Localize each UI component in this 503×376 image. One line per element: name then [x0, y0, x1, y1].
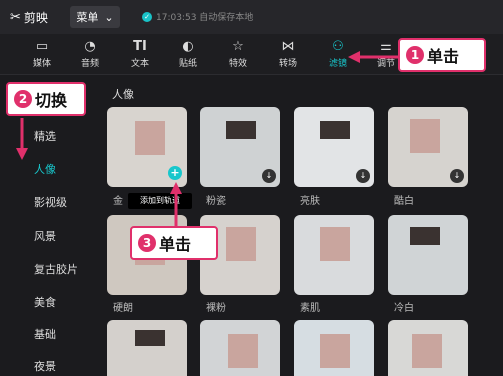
blurred-face	[226, 227, 256, 261]
thumbnail-label: 冷白	[394, 303, 414, 314]
callout-number: 2	[14, 90, 32, 108]
section-title: 人像	[112, 88, 134, 101]
callout-text: 单击	[427, 47, 460, 66]
hair-shape	[320, 121, 350, 139]
blurred-face	[320, 334, 350, 368]
filter-thumbnail[interactable]	[294, 215, 374, 295]
filter-thumbnail[interactable]	[107, 320, 187, 376]
thumbnail-label: 亮肤	[300, 196, 320, 207]
tab-sticker[interactable]: ◐ 贴纸	[168, 36, 208, 70]
blurred-face	[320, 227, 350, 261]
filter-thumbnail[interactable]	[294, 320, 374, 376]
filter-thumbnail[interactable]	[200, 320, 280, 376]
tab-text[interactable]: TI 文本	[120, 36, 160, 70]
app-logo-text: 剪映	[23, 11, 48, 25]
callout-step-3: 3 单击	[130, 226, 218, 260]
callout-number: 3	[138, 234, 156, 252]
download-icon[interactable]: ↓	[262, 169, 276, 183]
save-status-text: 17:03:53 自动保存本地	[156, 13, 254, 23]
app-logo: ✂︎ 剪映	[10, 9, 48, 26]
tab-label: 音频	[80, 59, 99, 69]
check-icon: ✓	[142, 11, 152, 22]
effects-icon: ☆	[232, 38, 244, 54]
text-icon: TI	[133, 38, 147, 54]
tab-effects[interactable]: ☆ 特效	[218, 36, 258, 70]
hair-shape	[135, 330, 165, 346]
tab-label: 转场	[278, 59, 297, 69]
tab-label: 滤镜	[328, 59, 347, 69]
tab-audio[interactable]: ◔ 音频	[70, 36, 110, 70]
sidebar-item-portrait[interactable]: 人像	[34, 161, 56, 177]
media-icon: ▭	[35, 38, 49, 54]
tab-label: 媒体	[32, 59, 51, 69]
tab-label: 特效	[228, 59, 247, 69]
filter-thumbnail[interactable]: ↓	[388, 107, 468, 187]
callout-text: 切换	[35, 91, 68, 110]
sticker-icon: ◐	[182, 38, 194, 54]
thumbnail-label: 酷白	[394, 196, 414, 207]
tab-filter[interactable]: ⚇ 滤镜	[318, 36, 358, 70]
chevron-down-icon: ⌄	[104, 10, 114, 24]
filter-thumbnail[interactable]: ↓	[294, 107, 374, 187]
top-bar: ✂︎ 剪映 菜单 ⌄ ✓ 17:03:53 自动保存本地	[0, 0, 503, 34]
callout-number: 1	[406, 46, 424, 64]
add-to-track-tooltip: 添加到轨道	[128, 193, 192, 209]
blurred-face	[228, 334, 258, 368]
filter-thumbnail[interactable]	[388, 320, 468, 376]
callout-text: 单击	[159, 235, 192, 254]
capcut-logo-icon: ✂︎	[10, 10, 21, 25]
thumbnail-label: 粉瓷	[206, 196, 226, 207]
callout-step-2: 2 切换	[6, 82, 86, 116]
hair-shape	[410, 227, 440, 245]
filter-icon: ⚇	[332, 38, 344, 54]
hair-shape	[226, 121, 256, 139]
add-to-track-icon[interactable]: +	[168, 166, 182, 180]
thumbnail-label: 金	[113, 196, 123, 207]
sidebar-item-basic[interactable]: 基础	[34, 326, 56, 342]
tab-media[interactable]: ▭ 媒体	[22, 36, 62, 70]
thumbnail-label: 裸粉	[206, 303, 226, 314]
save-status: ✓ 17:03:53 自动保存本地	[142, 10, 253, 23]
tab-label: 文本	[130, 59, 149, 69]
blurred-face	[410, 119, 440, 153]
audio-icon: ◔	[84, 38, 96, 54]
filter-thumbnail[interactable]	[388, 215, 468, 295]
thumbnail-label: 素肌	[300, 303, 320, 314]
sidebar-item-food[interactable]: 美食	[34, 294, 56, 310]
sidebar-item-landscape[interactable]: 风景	[34, 228, 56, 244]
thumbnail-label: 硬朗	[113, 303, 133, 314]
tab-label: 贴纸	[178, 59, 197, 69]
menu-button-label: 菜单	[76, 11, 99, 24]
download-icon[interactable]: ↓	[450, 169, 464, 183]
download-icon[interactable]: ↓	[356, 169, 370, 183]
sidebar-item-cinematic[interactable]: 影视级	[34, 194, 67, 210]
menu-button[interactable]: 菜单 ⌄	[70, 6, 120, 28]
sidebar-item-retro-film[interactable]: 复古胶片	[34, 261, 78, 277]
blurred-face	[412, 334, 442, 368]
filter-thumbnail[interactable]: ↓	[200, 107, 280, 187]
sidebar-item-night[interactable]: 夜景	[34, 358, 56, 374]
sidebar-item-featured[interactable]: 精选	[34, 128, 56, 144]
transition-icon: ⋈	[281, 38, 295, 54]
callout-step-1: 1 单击	[398, 38, 486, 72]
blurred-face	[135, 121, 165, 155]
tab-transition[interactable]: ⋈ 转场	[268, 36, 308, 70]
